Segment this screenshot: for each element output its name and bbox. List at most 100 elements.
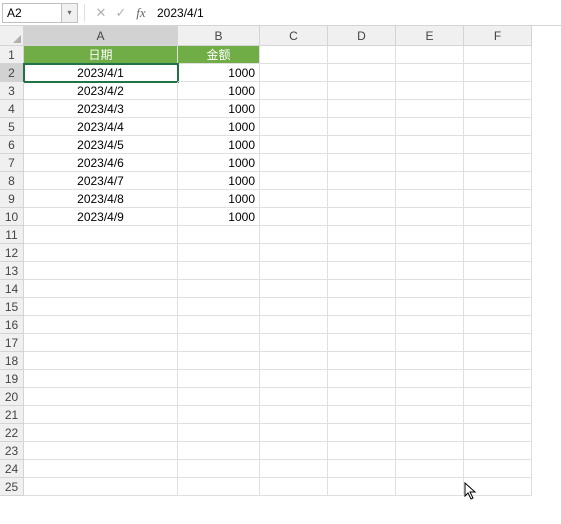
cell-F17[interactable] (464, 334, 532, 352)
cell-E2[interactable] (396, 64, 464, 82)
cell-B9[interactable]: 1000 (178, 190, 260, 208)
cell-C8[interactable] (260, 172, 328, 190)
row-header[interactable]: 3 (0, 82, 24, 100)
cell-B22[interactable] (178, 424, 260, 442)
cell-E20[interactable] (396, 388, 464, 406)
cell-A8[interactable]: 2023/4/7 (24, 172, 178, 190)
cell-A14[interactable] (24, 280, 178, 298)
cell-A7[interactable]: 2023/4/6 (24, 154, 178, 172)
cell-F8[interactable] (464, 172, 532, 190)
cell-F4[interactable] (464, 100, 532, 118)
cell-A19[interactable] (24, 370, 178, 388)
cell-C14[interactable] (260, 280, 328, 298)
cell-F13[interactable] (464, 262, 532, 280)
cell-D14[interactable] (328, 280, 396, 298)
cell-D13[interactable] (328, 262, 396, 280)
cell-B6[interactable]: 1000 (178, 136, 260, 154)
col-header-F[interactable]: F (464, 26, 532, 46)
cell-F20[interactable] (464, 388, 532, 406)
cell-A18[interactable] (24, 352, 178, 370)
cell-E25[interactable] (396, 478, 464, 496)
cell-E4[interactable] (396, 100, 464, 118)
cell-D19[interactable] (328, 370, 396, 388)
cell-C19[interactable] (260, 370, 328, 388)
cell-F10[interactable] (464, 208, 532, 226)
cell-D7[interactable] (328, 154, 396, 172)
cell-D12[interactable] (328, 244, 396, 262)
row-header[interactable]: 20 (0, 388, 24, 406)
cell-C21[interactable] (260, 406, 328, 424)
cell-A4[interactable]: 2023/4/3 (24, 100, 178, 118)
cell-C1[interactable] (260, 46, 328, 64)
cell-B5[interactable]: 1000 (178, 118, 260, 136)
cell-B3[interactable]: 1000 (178, 82, 260, 100)
cell-D23[interactable] (328, 442, 396, 460)
cell-F16[interactable] (464, 316, 532, 334)
row-header[interactable]: 25 (0, 478, 24, 496)
cell-C2[interactable] (260, 64, 328, 82)
cell-E3[interactable] (396, 82, 464, 100)
cell-B18[interactable] (178, 352, 260, 370)
cell-A1[interactable]: 日期 (24, 46, 178, 64)
cell-A12[interactable] (24, 244, 178, 262)
cell-B19[interactable] (178, 370, 260, 388)
cell-A21[interactable] (24, 406, 178, 424)
cell-A20[interactable] (24, 388, 178, 406)
row-header[interactable]: 2 (0, 64, 24, 82)
row-header[interactable]: 10 (0, 208, 24, 226)
row-header[interactable]: 1 (0, 46, 24, 64)
cell-B16[interactable] (178, 316, 260, 334)
cell-A2[interactable]: 2023/4/1 (24, 64, 178, 82)
row-header[interactable]: 23 (0, 442, 24, 460)
row-header[interactable]: 6 (0, 136, 24, 154)
cell-A5[interactable]: 2023/4/4 (24, 118, 178, 136)
cell-C16[interactable] (260, 316, 328, 334)
cell-E24[interactable] (396, 460, 464, 478)
cell-E23[interactable] (396, 442, 464, 460)
cell-A17[interactable] (24, 334, 178, 352)
cell-A23[interactable] (24, 442, 178, 460)
cell-D4[interactable] (328, 100, 396, 118)
cell-E22[interactable] (396, 424, 464, 442)
cell-A22[interactable] (24, 424, 178, 442)
row-header[interactable]: 17 (0, 334, 24, 352)
row-header[interactable]: 15 (0, 298, 24, 316)
cell-F7[interactable] (464, 154, 532, 172)
cell-D10[interactable] (328, 208, 396, 226)
cell-B25[interactable] (178, 478, 260, 496)
cell-D16[interactable] (328, 316, 396, 334)
cell-A15[interactable] (24, 298, 178, 316)
cell-D20[interactable] (328, 388, 396, 406)
col-header-A[interactable]: A (24, 26, 178, 46)
row-header[interactable]: 14 (0, 280, 24, 298)
cell-D25[interactable] (328, 478, 396, 496)
cell-F23[interactable] (464, 442, 532, 460)
row-header[interactable]: 16 (0, 316, 24, 334)
cell-B24[interactable] (178, 460, 260, 478)
cell-E7[interactable] (396, 154, 464, 172)
row-header[interactable]: 21 (0, 406, 24, 424)
cell-C17[interactable] (260, 334, 328, 352)
cell-E17[interactable] (396, 334, 464, 352)
cell-B15[interactable] (178, 298, 260, 316)
cell-B2[interactable]: 1000 (178, 64, 260, 82)
cell-D6[interactable] (328, 136, 396, 154)
cell-E10[interactable] (396, 208, 464, 226)
cell-D9[interactable] (328, 190, 396, 208)
cell-D18[interactable] (328, 352, 396, 370)
cell-E16[interactable] (396, 316, 464, 334)
row-header[interactable]: 4 (0, 100, 24, 118)
cell-E13[interactable] (396, 262, 464, 280)
cell-A9[interactable]: 2023/4/8 (24, 190, 178, 208)
cell-E18[interactable] (396, 352, 464, 370)
name-box[interactable]: A2 (2, 3, 62, 23)
cell-F19[interactable] (464, 370, 532, 388)
cell-D1[interactable] (328, 46, 396, 64)
cell-F3[interactable] (464, 82, 532, 100)
cell-D8[interactable] (328, 172, 396, 190)
cell-B20[interactable] (178, 388, 260, 406)
row-header[interactable]: 7 (0, 154, 24, 172)
cell-C5[interactable] (260, 118, 328, 136)
cell-E1[interactable] (396, 46, 464, 64)
cell-B8[interactable]: 1000 (178, 172, 260, 190)
